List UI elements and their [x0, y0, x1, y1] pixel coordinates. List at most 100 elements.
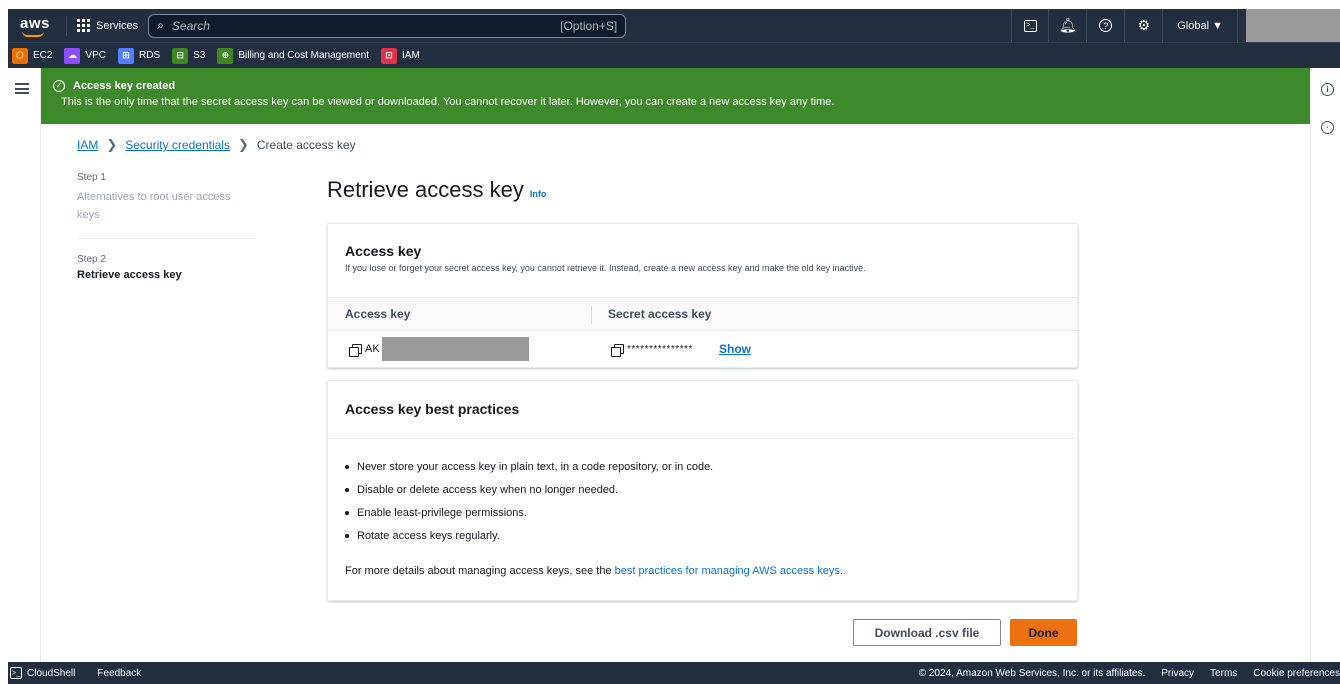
more-details-text: For more details about managing access k…: [345, 565, 843, 577]
wizard-steps: Step 1 Alternatives to root user access …: [77, 172, 255, 281]
chevron-right-icon: ❯: [106, 137, 118, 152]
footer-privacy-link[interactable]: Privacy: [1161, 668, 1194, 679]
footer-terms-link[interactable]: Terms: [1210, 668, 1237, 679]
favorite-label: RDS: [139, 50, 161, 61]
region-selector[interactable]: Global ▼: [1163, 9, 1238, 42]
flash-message: This is the only time that the secret ac…: [61, 96, 835, 108]
column-divider: [591, 306, 592, 324]
menu-icon[interactable]: [15, 83, 29, 94]
favorite-label: EC2: [33, 50, 53, 61]
aws-logo-text: aws: [20, 14, 50, 32]
success-flash-banner: ✓ Access key created This is the only ti…: [41, 68, 1310, 124]
step-divider: [77, 238, 255, 240]
show-secret-link[interactable]: Show: [719, 342, 751, 356]
breadcrumb-current: Create access key: [256, 138, 356, 152]
step-2-label: Step 2: [77, 254, 106, 266]
service-icon: ⬡: [12, 47, 28, 64]
breadcrumb-security-credentials[interactable]: Security credentials: [125, 138, 230, 152]
footer-cookie-preferences-link[interactable]: Cookie preferences: [1253, 668, 1340, 679]
footer-cloudshell-link[interactable]: CloudShell: [27, 668, 75, 679]
service-icon: ⊟: [172, 47, 189, 64]
best-practices-list: Never store your access key in plain tex…: [345, 461, 713, 553]
list-item-text: Never store your access key in plain tex…: [357, 461, 714, 473]
list-item: Disable or delete access key when no lon…: [345, 484, 713, 496]
gear-icon[interactable]: ⚙: [1125, 9, 1164, 42]
flash-title: Access key created: [73, 80, 176, 92]
favorite-vpc[interactable]: ☁ VPC: [64, 47, 107, 64]
favorites-bar: ⬡ EC2 ☁ VPC ⊞ RDS ⊟ S3 ⊕ Billing and Cost Managem…: [8, 42, 1340, 68]
more-details-prefix: For more details about managing access k…: [345, 565, 615, 577]
list-item: Rotate access keys regularly.: [345, 530, 713, 542]
favorite-label: VPC: [85, 50, 107, 61]
grid-icon: [77, 19, 90, 32]
service-icon: ⊡: [381, 47, 398, 64]
list-item-text: Disable or delete access key when no lon…: [357, 484, 619, 496]
services-menu-button[interactable]: Services: [77, 19, 138, 32]
favorite-iam[interactable]: ⊡ IAM: [381, 47, 420, 64]
copy-icon[interactable]: [349, 344, 362, 357]
more-details-suffix: .: [839, 565, 843, 577]
tools-panel-strip: i ·: [1310, 68, 1340, 662]
footer-feedback-link[interactable]: Feedback: [97, 668, 141, 679]
access-key-heading: Access key: [345, 243, 422, 259]
top-navigation-bar: aws Services ⌕ Search [Option+S] >_ 🔔︎ ?…: [8, 9, 1340, 42]
access-key-description: If you lose or forget your secret access…: [345, 263, 866, 273]
footer-bar: >_ CloudShell Feedback © 2024, Amazon We…: [8, 662, 1340, 684]
column-header-access-key: Access key: [345, 307, 411, 321]
list-item: Never store your access key in plain tex…: [345, 461, 713, 473]
cloudshell-icon[interactable]: >_: [1011, 9, 1050, 42]
favorite-rds[interactable]: ⊞ RDS: [118, 47, 161, 64]
info-link[interactable]: Info: [530, 189, 547, 199]
table-header: Access key Secret access key: [328, 297, 1077, 331]
column-header-secret-key: Secret access key: [608, 307, 712, 321]
nav-right-group: >_ 🔔︎ ? ⚙ Global ▼: [1011, 9, 1340, 42]
aws-smile-mark: [22, 31, 44, 37]
favorite-label: S3: [193, 50, 206, 61]
search-placeholder: Search: [171, 18, 210, 33]
access-key-redacted: [382, 337, 529, 361]
bell-icon[interactable]: 🔔︎: [1049, 9, 1088, 42]
cloudshell-icon: >_: [10, 667, 22, 679]
chevron-right-icon: ❯: [237, 137, 249, 152]
favorite-label: Billing and Cost Management: [238, 50, 370, 61]
breadcrumb-iam[interactable]: IAM: [77, 138, 98, 152]
service-icon: ⊕: [217, 47, 234, 64]
table-row: AK *************** Show: [328, 331, 1077, 368]
page-header: Retrieve access key Info: [327, 177, 546, 203]
done-button[interactable]: Done: [1010, 619, 1077, 646]
list-item-text: Rotate access keys regularly.: [357, 530, 500, 542]
account-menu-redacted[interactable]: [1246, 9, 1340, 42]
best-practices-link[interactable]: best practices for managing AWS access k…: [615, 565, 840, 577]
services-label: Services: [96, 19, 139, 32]
breadcrumb: IAM ❯ Security credentials ❯ Create acce…: [77, 137, 356, 153]
favorite-s3[interactable]: ⊟ S3: [172, 47, 206, 64]
help-icon[interactable]: ?: [1087, 9, 1126, 42]
nav-panel-divider: [40, 68, 41, 662]
page-title: Retrieve access key: [327, 177, 524, 202]
aws-logo[interactable]: aws: [18, 14, 56, 38]
step-1-label: Step 1: [77, 172, 106, 183]
secret-key-masked: ***************: [627, 344, 693, 355]
service-icon: ☁: [64, 47, 81, 64]
search-shortcut-hint: [Option+S]: [560, 18, 618, 33]
best-practices-heading: Access key best practices: [345, 401, 520, 417]
nav-divider: [66, 15, 67, 36]
step-1-title: Alternatives to root user access keys: [77, 191, 231, 221]
access-key-value: AK: [365, 343, 380, 355]
download-csv-button[interactable]: Download .csv file: [853, 619, 1001, 646]
check-circle-icon: ✓: [53, 80, 65, 92]
best-practices-panel: Access key best practices Never store yo…: [327, 380, 1078, 601]
list-item: Enable least-privilege permissions.: [345, 507, 713, 519]
copy-icon[interactable]: [611, 344, 624, 357]
feedback-icon[interactable]: ·: [1321, 121, 1334, 134]
info-icon[interactable]: i: [1321, 83, 1334, 96]
access-key-panel: Access key If you lose or forget your se…: [327, 223, 1078, 368]
favorite-label: IAM: [402, 50, 420, 61]
service-icon: ⊞: [118, 47, 135, 64]
favorite-ec2[interactable]: ⬡ EC2: [12, 47, 53, 64]
footer-copyright: © 2024, Amazon Web Services, Inc. or its…: [918, 667, 1146, 679]
search-icon: ⌕: [157, 18, 164, 32]
search-input[interactable]: ⌕ Search [Option+S]: [148, 13, 627, 38]
left-edge: [0, 68, 8, 662]
favorite-billing-and-cost-management[interactable]: ⊕ Billing and Cost Management: [217, 47, 370, 64]
